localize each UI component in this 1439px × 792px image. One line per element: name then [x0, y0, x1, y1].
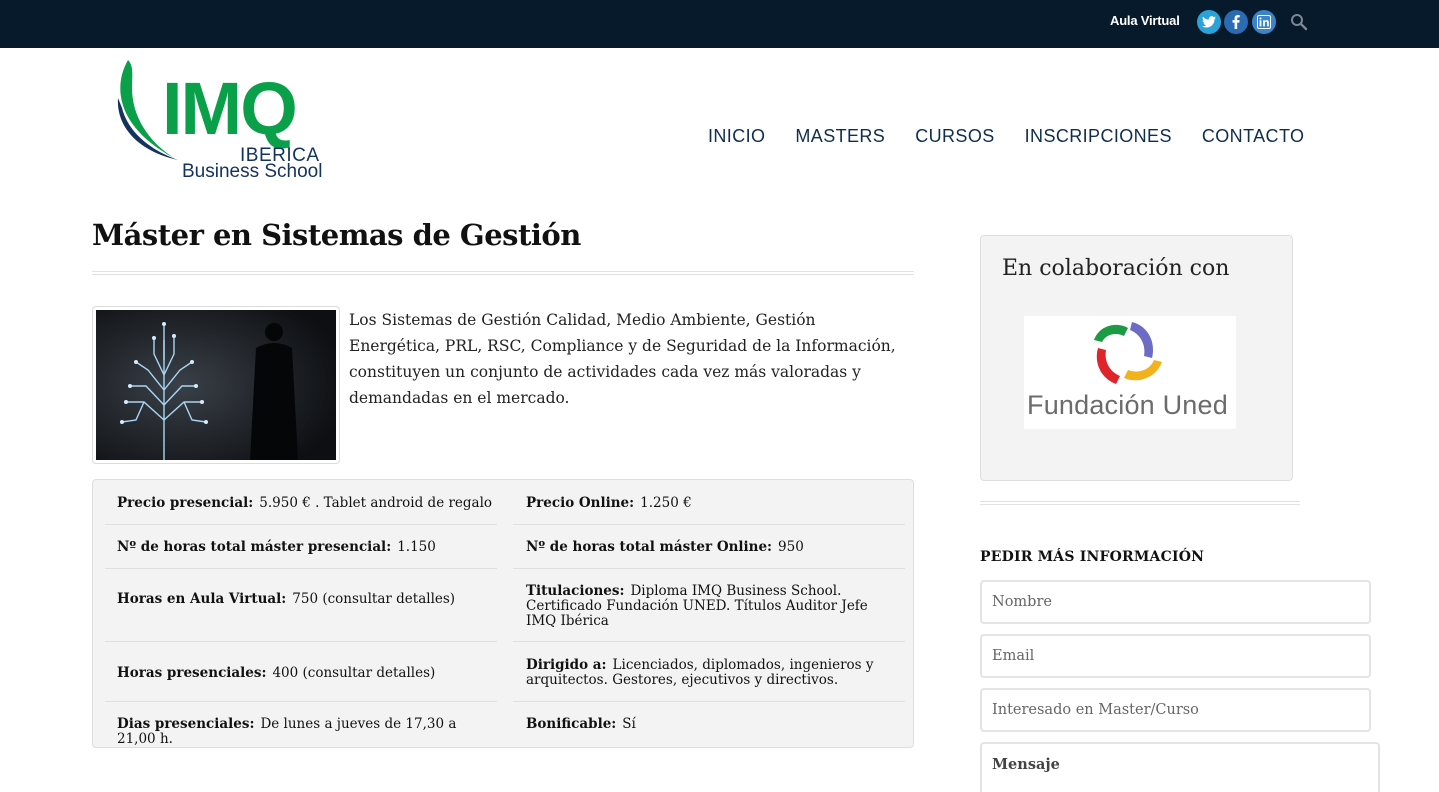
nav-item-contacto[interactable]: CONTACTO	[1202, 126, 1305, 147]
nav-item-masters[interactable]: MASTERS	[795, 126, 885, 147]
aula-virtual-link[interactable]: Aula Virtual	[1110, 13, 1180, 28]
detail-bonificable: Bonificable: Sí	[526, 716, 636, 732]
detail-dias-presenciales: Dias presenciales: De lunes a jueves de 1…	[117, 716, 457, 747]
detail-precio-online: Precio Online: 1.250 €	[526, 495, 692, 511]
fundacion-uned-logo[interactable]: Fundación Uned	[1024, 316, 1236, 429]
row-divider	[105, 568, 497, 569]
twitter-icon[interactable]	[1197, 10, 1221, 34]
search-icon[interactable]	[1290, 13, 1308, 31]
detail-horas-presencial: Nº de horas total máster presencial: 1.15…	[117, 539, 436, 555]
intro-text: Los Sistemas de Gestión Calidad, Medio A…	[349, 311, 896, 407]
row-divider	[513, 568, 905, 569]
form-title: PEDIR MÁS INFORMACIÓN	[980, 549, 1205, 565]
logo-business-school: Business School	[182, 161, 323, 182]
collab-title: En colaboración con	[1002, 256, 1230, 281]
nav-item-inicio[interactable]: INICIO	[708, 126, 765, 147]
row-divider	[513, 701, 905, 702]
row-divider	[513, 524, 905, 525]
detail-horas-presenciales: Horas presenciales: 400 (consultar detall…	[117, 665, 436, 681]
email-input[interactable]	[980, 634, 1371, 678]
title-divider	[92, 271, 914, 275]
site-logo[interactable]: IMQ IBERICA Business School	[110, 58, 330, 186]
partner-name: Fundación Uned	[1027, 390, 1228, 420]
uned-emblem-icon	[1094, 322, 1162, 384]
detail-horas-online: Nº de horas total máster Online: 950	[526, 539, 804, 555]
detail-dirigido-a: Dirigido a: Licenciados, diplomados, inge…	[526, 657, 874, 688]
course-details-table: Precio presencial: 5.950 € . Tablet andro…	[92, 479, 914, 748]
facebook-icon[interactable]	[1224, 10, 1248, 34]
main-nav: INICIO MASTERS CURSOS INSCRIPCIONES CONT…	[708, 126, 1334, 147]
message-textarea[interactable]	[980, 742, 1380, 792]
detail-precio-presencial: Precio presencial: 5.950 € . Tablet andro…	[117, 495, 493, 511]
nav-item-cursos[interactable]: CURSOS	[915, 126, 994, 147]
linkedin-icon[interactable]	[1252, 10, 1276, 34]
row-divider	[105, 641, 497, 642]
row-divider	[105, 701, 497, 702]
top-bar: Aula Virtual	[0, 0, 1439, 48]
nav-item-inscripciones[interactable]: INSCRIPCIONES	[1025, 126, 1172, 147]
interest-input[interactable]	[980, 688, 1371, 732]
name-input[interactable]	[980, 580, 1371, 624]
sidebar-divider	[980, 501, 1300, 505]
page-title: Máster en Sistemas de Gestión	[92, 218, 581, 252]
detail-titulaciones: Titulaciones: Diploma IMQ Business School…	[526, 583, 868, 629]
row-divider	[513, 641, 905, 642]
feature-image	[92, 306, 340, 464]
collaboration-box: En colaboración con Fundación Uned	[980, 235, 1293, 481]
detail-horas-aula-virtual: Horas en Aula Virtual: 750 (consultar det…	[117, 591, 456, 607]
row-divider	[105, 524, 497, 525]
logo-mark: IMQ	[162, 67, 298, 150]
